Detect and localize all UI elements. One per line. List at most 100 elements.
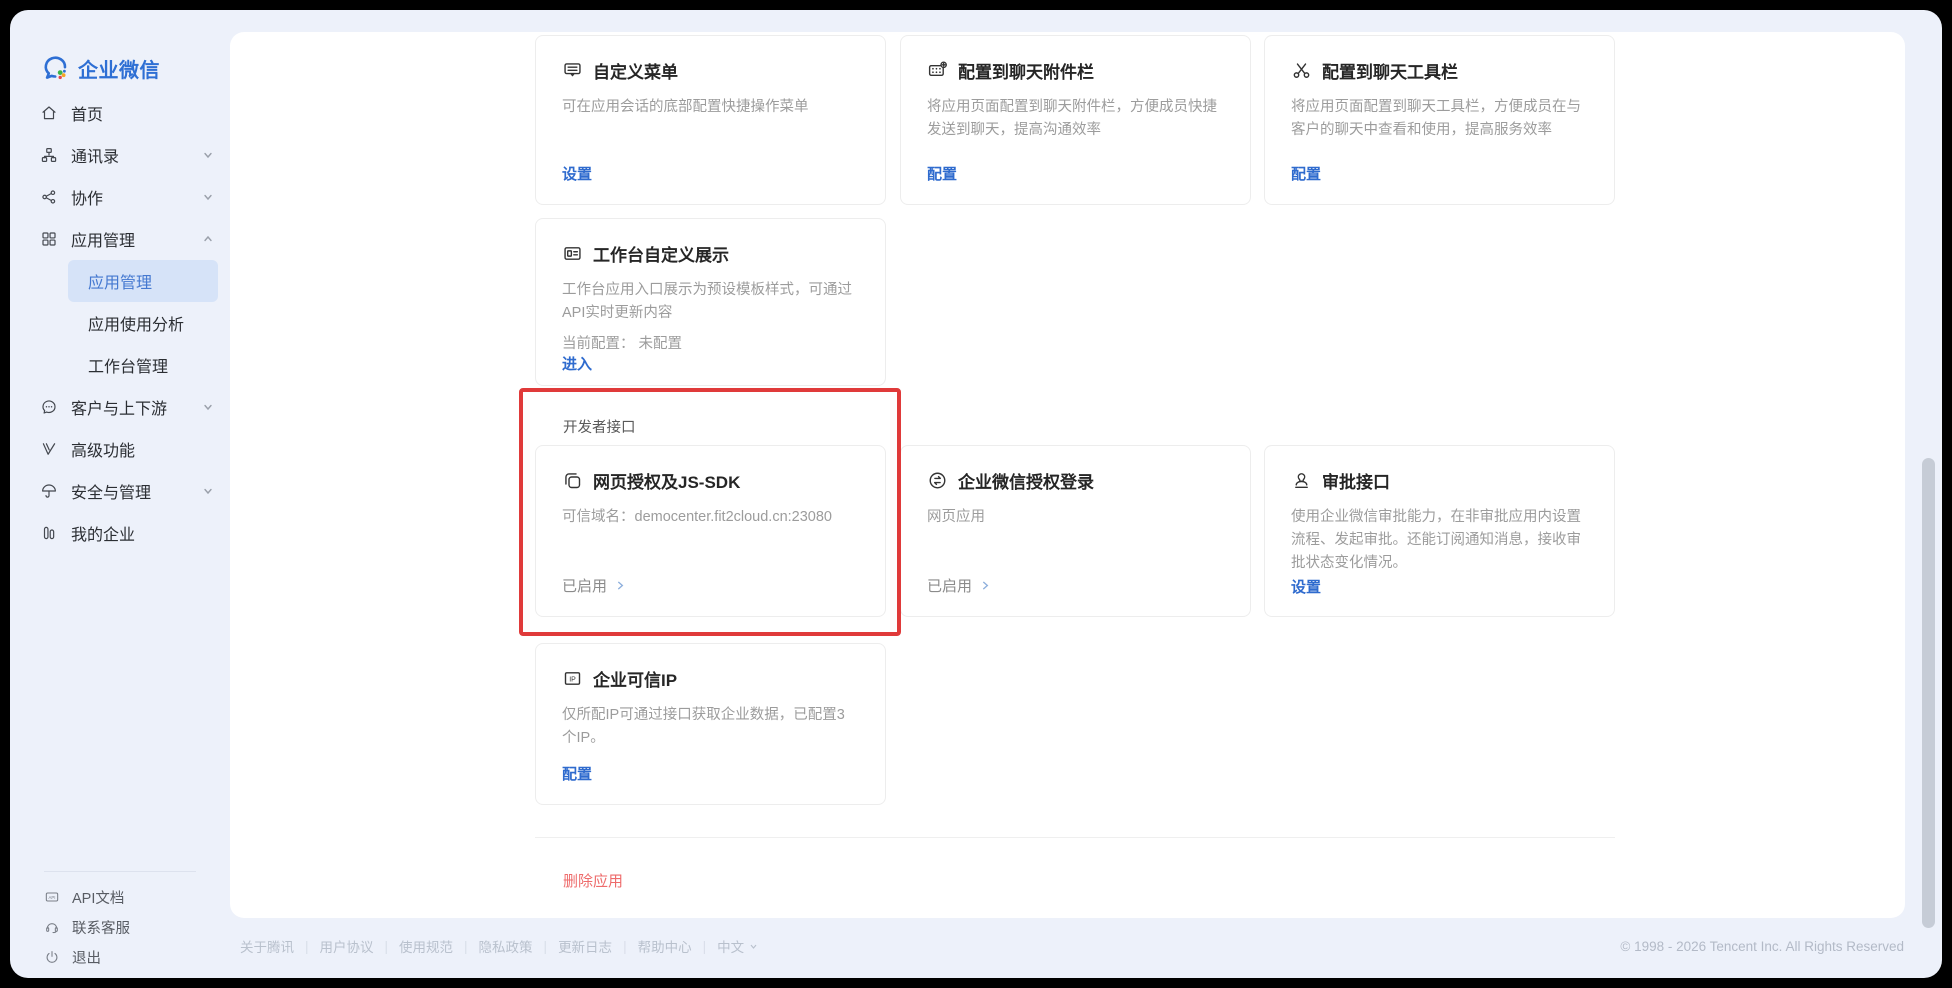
sidebar-subitem-label: 应用管理 <box>88 269 152 293</box>
trusted-domain-text: 可信域名：democenter.fit2cloud.cn:23080 <box>562 506 859 529</box>
api-doc-icon: API <box>44 889 60 905</box>
workbench-enter-link[interactable]: 进入 <box>562 356 592 373</box>
grid-apps-icon <box>40 230 58 248</box>
custom-menu-icon <box>562 60 583 81</box>
card-custom-menu: 自定义菜单 可在应用会话的底部配置快捷操作菜单 设置 <box>535 35 886 205</box>
card-desc: 将应用页面配置到聊天附件栏，方便成员快捷发送到聊天，提高沟通效率 <box>927 96 1224 142</box>
chevron-up-icon <box>202 233 214 245</box>
sso-login-status[interactable]: 已启用 <box>927 575 1224 596</box>
sidebar-item-home[interactable]: 首页 <box>10 92 230 134</box>
sidebar-item-label: 协作 <box>71 185 103 209</box>
footer-separator: | <box>385 939 389 954</box>
svg-text:API: API <box>49 895 56 900</box>
developer-api-section-label: 开发者接口 <box>563 416 636 437</box>
card-desc: 可在应用会话的底部配置快捷操作菜单 <box>562 96 859 119</box>
chevron-right-icon <box>615 580 626 591</box>
chevron-down-icon <box>202 191 214 203</box>
footer-link-about[interactable]: 关于腾讯 <box>240 936 294 956</box>
svg-text:IP: IP <box>569 676 576 683</box>
chevron-right-icon <box>980 580 991 591</box>
chevron-down-icon <box>202 485 214 497</box>
brand-name: 企业微信 <box>78 54 160 83</box>
sidebar-item-collaboration[interactable]: 协作 <box>10 176 230 218</box>
swap-arrows-circle-icon <box>927 470 948 491</box>
sidebar-item-app-management[interactable]: 应用管理 <box>10 218 230 260</box>
sidebar-nav: 首页 通讯录 协作 <box>10 92 230 554</box>
footer-link-usage-rules[interactable]: 使用规范 <box>399 936 453 956</box>
sidebar-item-label: 通讯录 <box>71 143 119 167</box>
card-web-auth-jssdk: 网页授权及JS-SDK 可信域名：democenter.fit2cloud.cn… <box>535 445 886 617</box>
sidebar-divider <box>44 871 196 872</box>
language-label: 中文 <box>717 936 744 956</box>
card-approval-api: 审批接口 使用企业微信审批能力，在非审批应用内设置流程、发起审批。还能订阅通知消… <box>1264 445 1615 617</box>
trusted-ip-config-link[interactable]: 配置 <box>562 766 592 783</box>
sidebar-item-label: 客户与上下游 <box>71 395 167 419</box>
card-title: 工作台自定义展示 <box>593 241 729 266</box>
footer-link-changelog[interactable]: 更新日志 <box>558 936 612 956</box>
vertical-scrollbar-thumb[interactable] <box>1922 458 1935 928</box>
stamp-icon <box>1291 470 1312 491</box>
card-sso-login: 企业微信授权登录 网页应用 已启用 <box>900 445 1251 617</box>
card-title: 配置到聊天工具栏 <box>1322 58 1458 83</box>
card-desc: 网页应用 <box>927 506 1224 529</box>
sidebar-item-customers[interactable]: 客户与上下游 <box>10 386 230 428</box>
sidebar-item-label: 首页 <box>71 101 103 125</box>
card-desc: 将应用页面配置到聊天工具栏，方便成员在与客户的聊天中查看和使用，提高服务效率 <box>1291 96 1588 142</box>
sidebar-item-my-company[interactable]: 我的企业 <box>10 512 230 554</box>
copy-pages-icon <box>562 470 583 491</box>
sidebar-item-api-docs[interactable]: API API文档 <box>10 882 230 912</box>
card-desc: 使用企业微信审批能力，在非审批应用内设置流程、发起审批。还能订阅通知消息，接收审… <box>1291 506 1588 576</box>
chevron-down-icon <box>202 149 214 161</box>
sidebar-item-label: 应用管理 <box>71 227 135 251</box>
sidebar-subitem-workbench-management[interactable]: 工作台管理 <box>68 344 218 386</box>
footer-separator: | <box>623 939 627 954</box>
sidebar-item-contacts[interactable]: 通讯录 <box>10 134 230 176</box>
card-title: 网页授权及JS-SDK <box>593 468 740 493</box>
language-selector[interactable]: 中文 <box>717 936 758 956</box>
sidebar-item-label: 我的企业 <box>71 521 135 545</box>
footer-links: 关于腾讯 | 用户协议 | 使用规范 | 隐私政策 | 更新日志 | 帮助中心 … <box>240 936 758 956</box>
web-auth-status[interactable]: 已启用 <box>562 575 859 596</box>
status-text: 已启用 <box>927 575 972 596</box>
card-workbench-display: 工作台自定义展示 工作台应用入口展示为预设模板样式，可通过API实时更新内容 当… <box>535 218 886 386</box>
sidebar-item-security-management[interactable]: 安全与管理 <box>10 470 230 512</box>
custom-menu-settings-link[interactable]: 设置 <box>562 166 592 183</box>
footer-separator: | <box>703 939 707 954</box>
card-title: 审批接口 <box>1322 468 1390 493</box>
sidebar: 企业微信 首页 通讯录 协作 <box>10 10 230 978</box>
footer-separator: | <box>544 939 548 954</box>
card-trusted-ip: IP 企业可信IP 仅所配IP可通过接口获取企业数据，已配置3个IP。 配置 <box>535 643 886 805</box>
workbench-config-line: 当前配置： 未配置 <box>562 332 859 353</box>
config-label: 当前配置： <box>562 336 635 352</box>
chat-toolbar-config-link[interactable]: 配置 <box>1291 166 1321 183</box>
workbench-display-icon <box>562 243 583 264</box>
chevron-down-icon <box>202 401 214 413</box>
home-icon <box>40 104 58 122</box>
wework-logo-icon <box>40 55 70 83</box>
sidebar-item-advanced-features[interactable]: 高级功能 <box>10 428 230 470</box>
card-desc: 工作台应用入口展示为预设模板样式，可通过API实时更新内容 <box>562 279 859 325</box>
card-title: 配置到聊天附件栏 <box>958 58 1094 83</box>
approval-settings-link[interactable]: 设置 <box>1291 579 1321 596</box>
footer-link-user-agreement[interactable]: 用户协议 <box>320 936 374 956</box>
delete-app-link[interactable]: 删除应用 <box>563 870 623 891</box>
brand-logo[interactable]: 企业微信 <box>40 54 160 83</box>
share-nodes-icon <box>40 188 58 206</box>
toolbar-scissors-icon <box>1291 60 1312 81</box>
status-text: 已启用 <box>562 575 607 596</box>
page-footer: 关于腾讯 | 用户协议 | 使用规范 | 隐私政策 | 更新日志 | 帮助中心 … <box>10 920 1942 978</box>
chat-attachment-config-link[interactable]: 配置 <box>927 166 957 183</box>
sidebar-item-label: 安全与管理 <box>71 479 151 503</box>
config-value: 未配置 <box>639 336 683 352</box>
sidebar-subitem-app-management[interactable]: 应用管理 <box>68 260 218 302</box>
sidebar-subitem-label: 工作台管理 <box>88 353 168 377</box>
sidebar-subitem-app-usage-analysis[interactable]: 应用使用分析 <box>68 302 218 344</box>
card-title: 企业微信授权登录 <box>958 468 1094 493</box>
card-chat-attachment: 配置到聊天附件栏 将应用页面配置到聊天附件栏，方便成员快捷发送到聊天，提高沟通效… <box>900 35 1251 205</box>
content-divider <box>535 837 1615 838</box>
chevron-down-icon <box>749 942 758 951</box>
footer-separator: | <box>305 939 309 954</box>
footer-link-help-center[interactable]: 帮助中心 <box>638 936 692 956</box>
footer-link-privacy-policy[interactable]: 隐私政策 <box>479 936 533 956</box>
company-bars-icon <box>40 524 58 542</box>
